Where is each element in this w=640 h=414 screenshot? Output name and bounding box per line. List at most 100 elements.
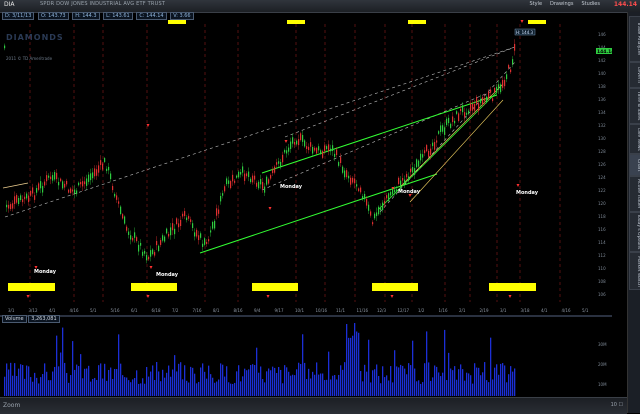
volume-bar bbox=[214, 382, 216, 396]
volume-bar bbox=[70, 375, 72, 396]
candle-body bbox=[314, 147, 316, 151]
zoom-control[interactable]: Zoom bbox=[3, 402, 20, 409]
candle-body bbox=[352, 177, 354, 183]
volume-bar bbox=[128, 380, 130, 396]
monday-label: Monday bbox=[280, 184, 303, 190]
highlight-block bbox=[372, 283, 418, 291]
highlight-block bbox=[252, 283, 298, 291]
volume-bar bbox=[300, 364, 302, 396]
trendline-orange-2 bbox=[409, 99, 504, 203]
volume-bar bbox=[424, 363, 426, 396]
volume-bar bbox=[84, 368, 86, 396]
volume-bar bbox=[322, 373, 324, 396]
volume-bar bbox=[210, 374, 212, 396]
volume-bar bbox=[16, 376, 18, 396]
candle-body bbox=[66, 180, 68, 185]
candle-body bbox=[272, 169, 274, 174]
volume-bar bbox=[332, 375, 334, 396]
tab-time-sales[interactable]: Time & Sales bbox=[629, 88, 640, 124]
candle-body bbox=[212, 221, 214, 229]
volume-label: Volume 3,263,081 bbox=[2, 315, 60, 323]
candle-body bbox=[320, 150, 322, 154]
tab-todays-options[interactable]: Today's Options bbox=[629, 212, 640, 252]
candle-body bbox=[94, 168, 96, 177]
volume-bar bbox=[328, 351, 330, 396]
style-menu[interactable]: Style bbox=[529, 1, 542, 7]
candle-body bbox=[18, 197, 20, 205]
volume-bar bbox=[200, 367, 202, 396]
studies-menu[interactable]: Studies bbox=[581, 1, 600, 7]
candle-body bbox=[324, 145, 326, 151]
volume-bar bbox=[382, 366, 384, 396]
candle-body bbox=[110, 173, 112, 180]
date-tick: 11/16 bbox=[357, 308, 369, 313]
volume-bar bbox=[498, 374, 500, 396]
candle-body bbox=[26, 193, 28, 199]
volume-bar bbox=[352, 335, 354, 396]
candle-body bbox=[416, 159, 418, 168]
volume-bar bbox=[50, 380, 52, 396]
volume-axis-tick: 30M bbox=[598, 342, 607, 347]
candle-body bbox=[76, 190, 78, 195]
candle-body bbox=[388, 193, 390, 202]
volume-bar bbox=[310, 378, 312, 396]
volume-bar bbox=[166, 372, 168, 396]
tab-trade-analyzer[interactable]: Trade Analyzer bbox=[629, 16, 640, 62]
footer-right-control[interactable]: 10 ☐ bbox=[611, 402, 623, 408]
volume-bar bbox=[272, 366, 274, 396]
volume-value: 3,263,081 bbox=[28, 315, 60, 323]
tab-market-watch[interactable]: Market Watch bbox=[629, 252, 640, 290]
tab-level-ii[interactable]: Level II bbox=[629, 62, 640, 88]
drawings-menu[interactable]: Drawings bbox=[550, 1, 573, 7]
volume-axis-tick: 10M bbox=[598, 382, 607, 387]
volume-bar bbox=[192, 367, 194, 396]
volume-bar bbox=[176, 371, 178, 396]
price-chart[interactable]: DIAMONDS2011 © TD Ameritrade146144142140… bbox=[0, 12, 612, 315]
candle-body bbox=[302, 135, 304, 142]
candle-body bbox=[50, 176, 52, 180]
candle-body bbox=[468, 110, 470, 114]
candle-body bbox=[142, 251, 144, 256]
candle-body bbox=[58, 181, 60, 186]
volume-bar bbox=[464, 380, 466, 396]
candle-body bbox=[462, 105, 464, 113]
volume-bar bbox=[136, 370, 138, 396]
candle-body bbox=[356, 184, 358, 187]
volume-chart[interactable]: 30M 20M 10M bbox=[0, 315, 612, 398]
volume-bar bbox=[262, 379, 264, 396]
candle-body bbox=[442, 125, 444, 132]
tab-live-news[interactable]: Live News bbox=[629, 124, 640, 154]
volume-bar bbox=[444, 329, 446, 396]
volume-bar bbox=[36, 377, 38, 396]
volume-bar bbox=[348, 337, 350, 396]
volume-bar bbox=[484, 362, 486, 396]
tab-chart[interactable]: Chart bbox=[629, 154, 640, 176]
candle-body bbox=[270, 175, 272, 179]
volume-bar bbox=[44, 363, 46, 396]
volume-bar bbox=[106, 380, 108, 396]
volume-bar bbox=[316, 362, 318, 396]
candle-body bbox=[446, 118, 448, 126]
candle-body bbox=[208, 239, 210, 242]
tab-active-trader[interactable]: Active Trader bbox=[629, 176, 640, 212]
volume-bar bbox=[500, 363, 502, 396]
candle-body bbox=[432, 142, 434, 147]
volume-axis-tick: 20M bbox=[598, 362, 607, 367]
volume-bar bbox=[340, 365, 342, 396]
symbol-label[interactable]: DIA bbox=[4, 1, 15, 8]
candle-body bbox=[498, 84, 500, 90]
candle-body bbox=[138, 244, 140, 252]
volume-bar bbox=[438, 372, 440, 396]
volume-bar bbox=[282, 383, 284, 396]
price-axis-tick: 140 bbox=[598, 71, 606, 76]
volume-bar bbox=[306, 379, 308, 396]
candle-body bbox=[116, 195, 118, 200]
candle-body bbox=[360, 187, 362, 193]
candle-body bbox=[368, 204, 370, 211]
volume-bar bbox=[30, 377, 32, 396]
volume-bar bbox=[20, 364, 22, 396]
candle-body bbox=[150, 250, 152, 257]
candle-body bbox=[318, 146, 320, 151]
volume-bar bbox=[32, 381, 34, 396]
candle-body bbox=[90, 173, 92, 181]
